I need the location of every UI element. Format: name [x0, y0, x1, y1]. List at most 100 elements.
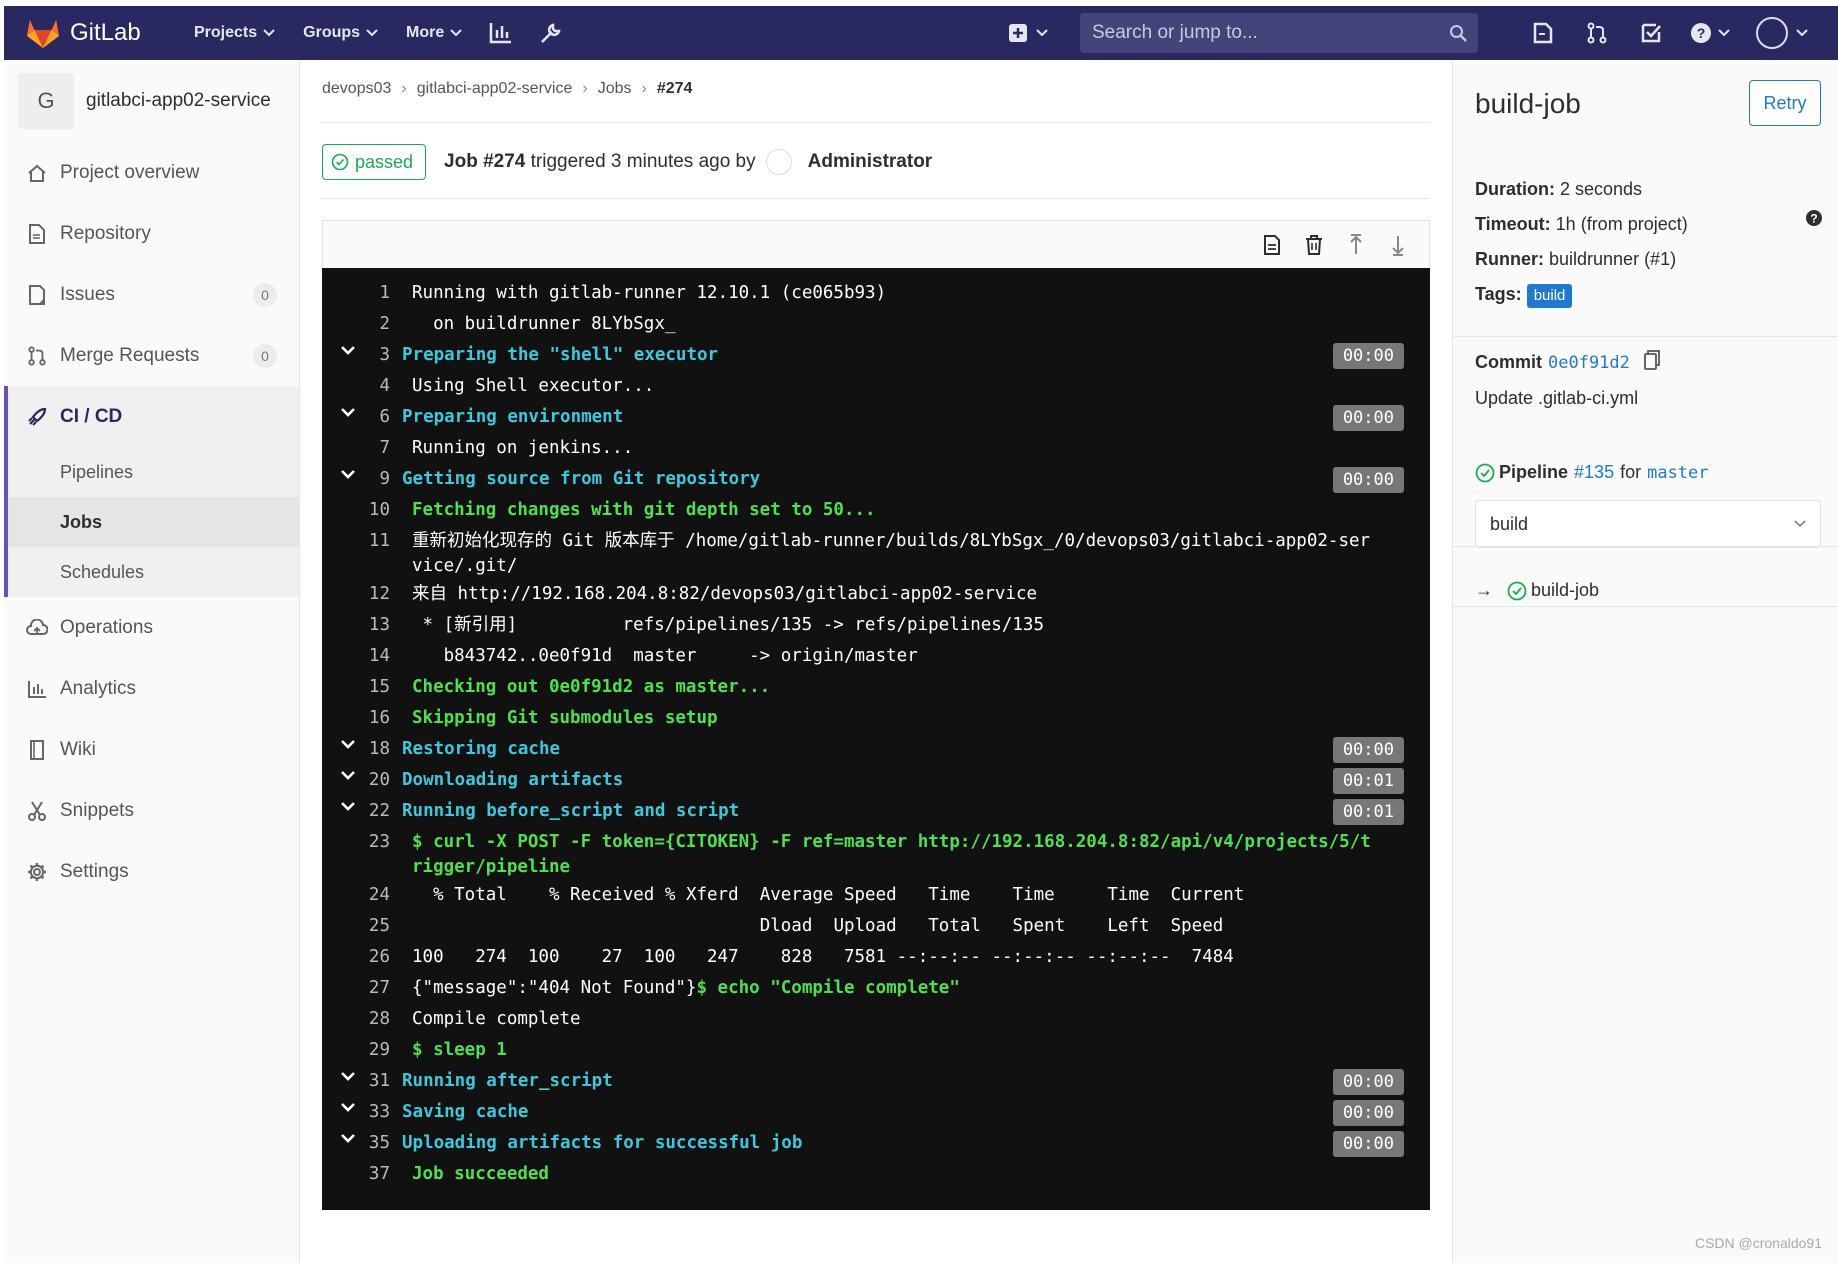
chevron-down-icon[interactable] [338, 344, 358, 356]
breadcrumb-group[interactable]: devops03 [322, 80, 391, 98]
log-line-number[interactable]: 13 [322, 613, 402, 641]
log-line-number[interactable]: 10 [322, 498, 402, 526]
job-item-name: build-job [1531, 580, 1600, 600]
log-line: 2 on buildrunner 8LYbSgx_ [322, 309, 1430, 340]
log-section-header[interactable]: 9 Getting source from Git repository 00:00 [322, 464, 1430, 495]
search-icon[interactable] [1438, 24, 1478, 42]
scroll-bottom-icon[interactable] [1377, 234, 1419, 256]
activity-chart-icon[interactable] [476, 6, 526, 60]
sidebar-item-analytics[interactable]: Analytics [4, 658, 299, 719]
sidebar-subitem-schedules[interactable]: Schedules [8, 547, 299, 597]
sidebar-item-project-overview[interactable]: Project overview [4, 142, 299, 203]
help-dropdown[interactable]: ? [1678, 6, 1742, 60]
duration-row: Duration: 2 seconds [1475, 172, 1688, 207]
sidebar-item-label: Analytics [60, 677, 137, 699]
raw-log-icon[interactable] [1251, 234, 1293, 255]
breadcrumb-jobs[interactable]: Jobs [598, 80, 632, 98]
log-line-number[interactable]: 15 [322, 675, 402, 703]
log-line-number[interactable]: 20 [322, 768, 402, 796]
log-line-number[interactable]: 6 [322, 405, 402, 433]
stage-dropdown[interactable]: build [1475, 500, 1821, 548]
log-section-header[interactable]: 31 Running after_script 00:00 [322, 1066, 1430, 1097]
copy-icon[interactable] [1643, 350, 1660, 375]
sidebar-item-issues[interactable]: Issues 0 [4, 264, 299, 325]
status-badge[interactable]: passed [322, 144, 427, 180]
todo-doc-icon[interactable] [1516, 6, 1570, 60]
log-section-header[interactable]: 33 Saving cache 00:00 [322, 1097, 1430, 1128]
log-line-number[interactable]: 16 [322, 706, 402, 734]
sidebar-item-merge-requests[interactable]: Merge Requests 0 [4, 325, 299, 386]
chevron-down-icon[interactable] [338, 406, 358, 418]
commit-sha-link[interactable]: 0e0f91d2 [1548, 353, 1630, 373]
nav-projects[interactable]: Projects [180, 6, 289, 60]
sidebar-item-snippets[interactable]: Snippets [4, 780, 299, 841]
search-input[interactable] [1080, 22, 1438, 44]
log-line-number[interactable]: 35 [322, 1131, 402, 1159]
wrench-icon[interactable] [526, 6, 576, 60]
log-line-number[interactable]: 23 [322, 830, 402, 880]
sidebar-item-cicd[interactable]: CI / CD [8, 386, 299, 447]
help-icon[interactable]: ? [1805, 209, 1823, 232]
new-item-dropdown[interactable] [1008, 6, 1048, 60]
log-section-header[interactable]: 22 Running before_script and script 00:01 [322, 796, 1430, 827]
chevron-down-icon[interactable] [338, 738, 358, 750]
chevron-down-icon[interactable] [338, 769, 358, 781]
chevron-down-icon[interactable] [338, 800, 358, 812]
log-line: 25 Dload Upload Total Spent Left Speed [322, 911, 1430, 942]
job-list-item[interactable]: → build-job [1475, 580, 1599, 601]
brand[interactable]: GitLab [26, 17, 176, 49]
log-line-number[interactable]: 27 [322, 976, 402, 1004]
log-line-number[interactable]: 37 [322, 1162, 402, 1190]
log-line-number[interactable]: 11 [322, 529, 402, 579]
triggerer-name[interactable]: Administrator [808, 151, 933, 173]
log-line-number[interactable]: 22 [322, 799, 402, 827]
scroll-top-icon[interactable] [1335, 233, 1377, 256]
breadcrumb-separator-icon: › [641, 80, 647, 97]
log-line-number[interactable]: 2 [322, 312, 402, 340]
log-section-header[interactable]: 6 Preparing environment 00:00 [322, 402, 1430, 433]
log-line-number[interactable]: 1 [322, 281, 402, 309]
log-line-number[interactable]: 9 [322, 467, 402, 495]
nav-more[interactable]: More [392, 6, 476, 60]
sidebar-subitem-pipelines[interactable]: Pipelines [8, 447, 299, 497]
breadcrumb-project[interactable]: gitlabci-app02-service [417, 80, 573, 98]
log-line-number[interactable]: 26 [322, 945, 402, 973]
breadcrumb-current[interactable]: #274 [657, 80, 693, 98]
chevron-down-icon[interactable] [338, 1132, 358, 1144]
sidebar-item-wiki[interactable]: Wiki [4, 719, 299, 780]
retry-button[interactable]: Retry [1749, 80, 1821, 126]
nav-groups[interactable]: Groups [289, 6, 392, 60]
trash-icon[interactable] [1293, 234, 1335, 255]
log-line-number[interactable]: 25 [322, 914, 402, 942]
chevron-down-icon [1796, 29, 1808, 37]
log-line-number[interactable]: 14 [322, 644, 402, 672]
sidebar-item-repository[interactable]: Repository [4, 203, 299, 264]
log-section-header[interactable]: 18 Restoring cache 00:00 [322, 734, 1430, 765]
log-line-number[interactable]: 18 [322, 737, 402, 765]
sidebar-subitem-jobs[interactable]: Jobs [8, 497, 299, 547]
merge-request-icon[interactable] [1570, 6, 1624, 60]
chevron-down-icon[interactable] [338, 1101, 358, 1113]
log-section-header[interactable]: 3 Preparing the "shell" executor 00:00 [322, 340, 1430, 371]
log-line-number[interactable]: 4 [322, 374, 402, 402]
chevron-down-icon[interactable] [338, 1070, 358, 1082]
log-line-number[interactable]: 7 [322, 436, 402, 464]
sidebar-item-operations[interactable]: Operations [4, 597, 299, 658]
log-line-number[interactable]: 31 [322, 1069, 402, 1097]
triggerer-avatar[interactable] [765, 149, 792, 175]
log-line-number[interactable]: 33 [322, 1100, 402, 1128]
sidebar-item-settings[interactable]: Settings [4, 841, 299, 902]
log-line-number[interactable]: 28 [322, 1007, 402, 1035]
log-section-header[interactable]: 35 Uploading artifacts for successful job… [322, 1128, 1430, 1159]
todo-check-icon[interactable] [1624, 6, 1678, 60]
user-menu[interactable] [1742, 6, 1822, 60]
pipeline-id-link[interactable]: #135 [1574, 462, 1614, 483]
pipeline-ref-link[interactable]: master [1647, 463, 1708, 483]
chevron-down-icon[interactable] [338, 468, 358, 480]
log-line-number[interactable]: 12 [322, 582, 402, 610]
log-line-number[interactable]: 29 [322, 1038, 402, 1066]
log-section-header[interactable]: 20 Downloading artifacts 00:01 [322, 765, 1430, 796]
log-line-number[interactable]: 3 [322, 343, 402, 371]
project-header[interactable]: G gitlabci-app02-service [4, 60, 299, 142]
log-line-number[interactable]: 24 [322, 883, 402, 911]
